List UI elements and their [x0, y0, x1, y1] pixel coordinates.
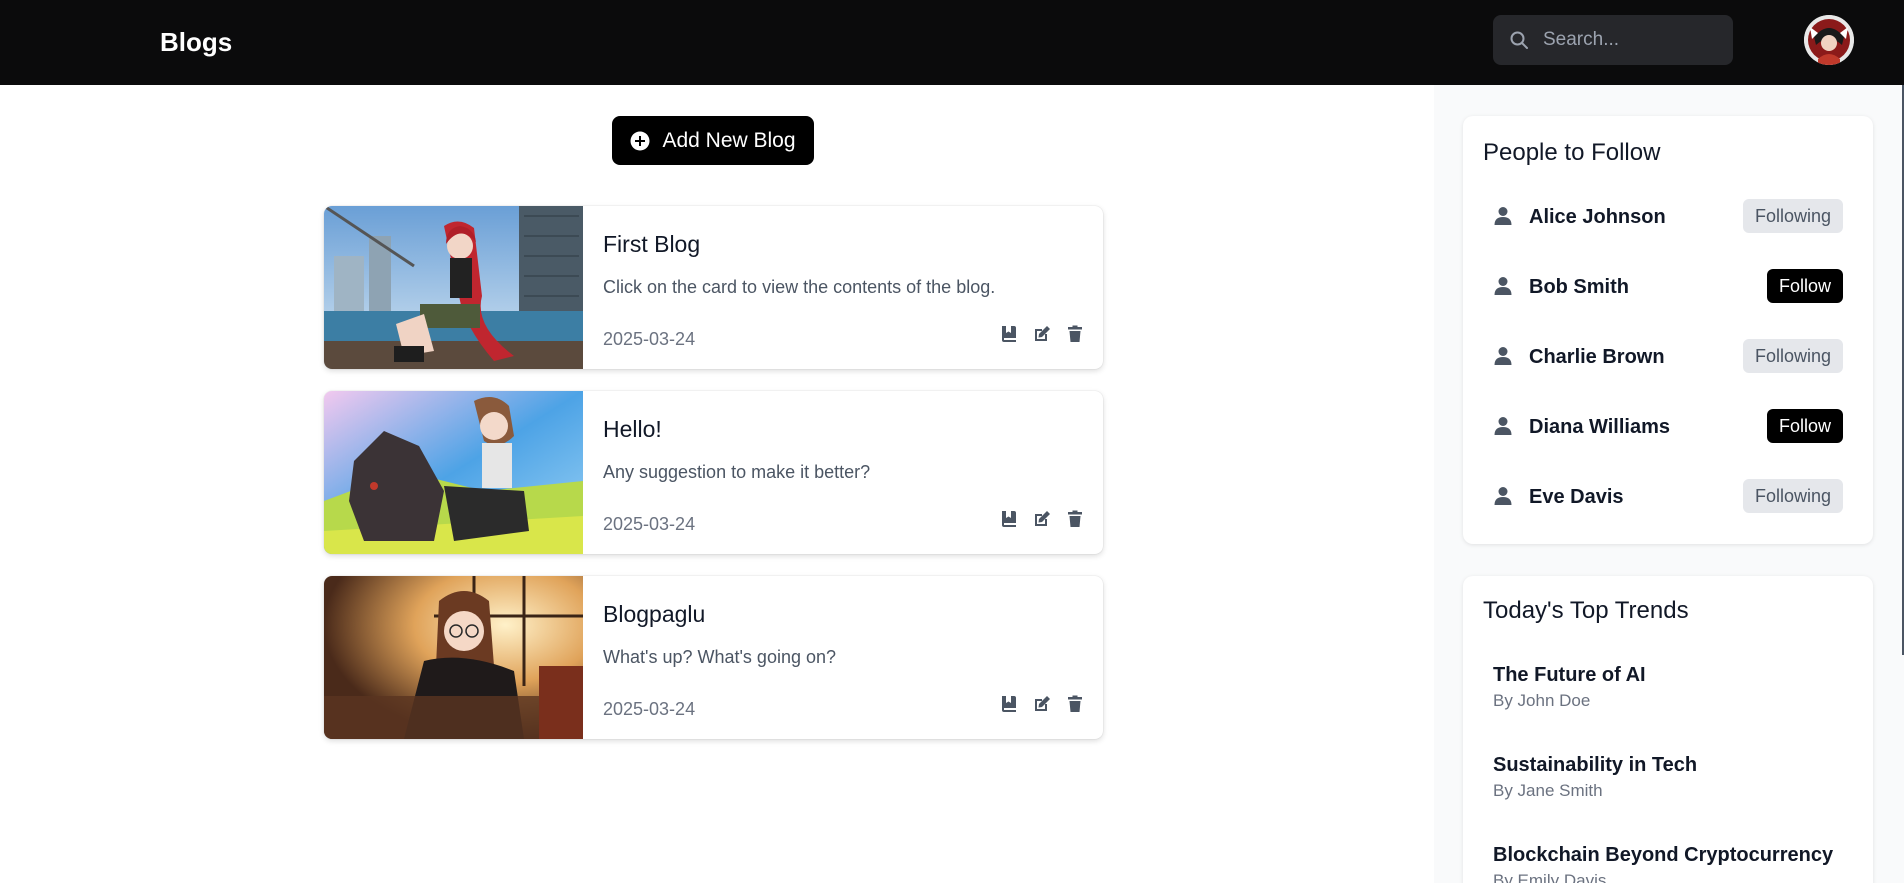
trend-title: The Future of AI — [1493, 664, 1646, 686]
user-icon — [1494, 347, 1512, 365]
follow-button[interactable]: Follow — [1766, 269, 1843, 303]
follow-button[interactable]: Follow — [1766, 409, 1843, 443]
bookmark-icon[interactable] — [999, 324, 1019, 344]
following-button[interactable]: Following — [1742, 479, 1843, 513]
bookmark-icon[interactable] — [999, 509, 1019, 529]
user-avatar[interactable] — [1804, 15, 1854, 65]
people-to-follow-title: People to Follow — [1483, 139, 1661, 166]
user-icon — [1494, 487, 1512, 505]
blog-card[interactable]: Blogpaglu What's up? What's going on? 20… — [324, 576, 1103, 739]
person-row: Alice Johnson Following — [1493, 198, 1843, 234]
top-navbar: Blogs — [0, 0, 1904, 85]
trash-icon[interactable] — [1065, 509, 1085, 529]
add-new-blog-button[interactable]: Add New Blog — [612, 116, 814, 165]
blog-description: Click on the card to view the contents o… — [603, 277, 996, 297]
user-icon — [1494, 417, 1512, 435]
blog-actions — [999, 509, 1085, 529]
edit-icon[interactable] — [1032, 509, 1052, 529]
trend-author: By Jane Smith — [1493, 781, 1603, 800]
search-icon — [1510, 31, 1528, 49]
trend-title: Blockchain Beyond Cryptocurrency — [1493, 844, 1834, 866]
blog-thumbnail — [324, 206, 583, 369]
trend-item[interactable]: The Future of AI By John Doe — [1493, 663, 1853, 712]
blog-actions — [999, 694, 1085, 714]
search-box[interactable] — [1493, 15, 1733, 65]
person-row: Bob Smith Follow — [1493, 268, 1843, 304]
person-name[interactable]: Bob Smith — [1529, 275, 1629, 299]
top-trends-panel: Today's Top Trends The Future of AI By J… — [1463, 576, 1873, 883]
person-name[interactable]: Eve Davis — [1529, 485, 1624, 509]
edit-icon[interactable] — [1032, 694, 1052, 714]
trend-item[interactable]: Sustainability in Tech By Jane Smith — [1493, 753, 1853, 802]
plus-circle-icon — [630, 131, 650, 150]
person-name[interactable]: Diana Williams — [1529, 415, 1670, 439]
edit-icon[interactable] — [1032, 324, 1052, 344]
person-row: Charlie Brown Following — [1493, 338, 1843, 374]
people-to-follow-panel: People to Follow Alice Johnson Following… — [1463, 116, 1873, 544]
blog-title: Blogpaglu — [603, 601, 706, 627]
add-new-blog-label: Add New Blog — [662, 128, 796, 152]
trend-author: By Emily Davis — [1493, 871, 1607, 883]
user-icon — [1494, 277, 1512, 295]
person-name[interactable]: Charlie Brown — [1529, 345, 1665, 369]
trend-title: Sustainability in Tech — [1493, 754, 1698, 776]
trend-item[interactable]: Blockchain Beyond Cryptocurrency By Emil… — [1493, 843, 1853, 883]
following-button[interactable]: Following — [1742, 339, 1843, 373]
blog-date: 2025-03-24 — [603, 514, 696, 534]
search-input[interactable] — [1543, 15, 1723, 65]
trash-icon[interactable] — [1065, 694, 1085, 714]
person-row: Diana Williams Follow — [1493, 408, 1843, 444]
blog-card[interactable]: Hello! Any suggestion to make it better?… — [324, 391, 1103, 554]
following-button[interactable]: Following — [1742, 199, 1843, 233]
blog-thumbnail — [324, 576, 583, 739]
blog-title: Hello! — [603, 416, 662, 442]
blog-date: 2025-03-24 — [603, 329, 696, 349]
blog-title: First Blog — [603, 231, 701, 257]
blog-description: What's up? What's going on? — [603, 647, 837, 667]
user-icon — [1494, 207, 1512, 225]
blog-date: 2025-03-24 — [603, 699, 696, 719]
blog-actions — [999, 324, 1085, 344]
person-row: Eve Davis Following — [1493, 478, 1843, 514]
avatar-image — [1804, 15, 1854, 65]
trend-author: By John Doe — [1493, 691, 1591, 710]
trash-icon[interactable] — [1065, 324, 1085, 344]
top-trends-title: Today's Top Trends — [1483, 597, 1689, 624]
blog-card[interactable]: First Blog Click on the card to view the… — [324, 206, 1103, 369]
blog-thumbnail — [324, 391, 583, 554]
blog-description: Any suggestion to make it better? — [603, 462, 871, 482]
brand-title[interactable]: Blogs — [160, 26, 232, 58]
person-name[interactable]: Alice Johnson — [1529, 205, 1666, 229]
bookmark-icon[interactable] — [999, 694, 1019, 714]
